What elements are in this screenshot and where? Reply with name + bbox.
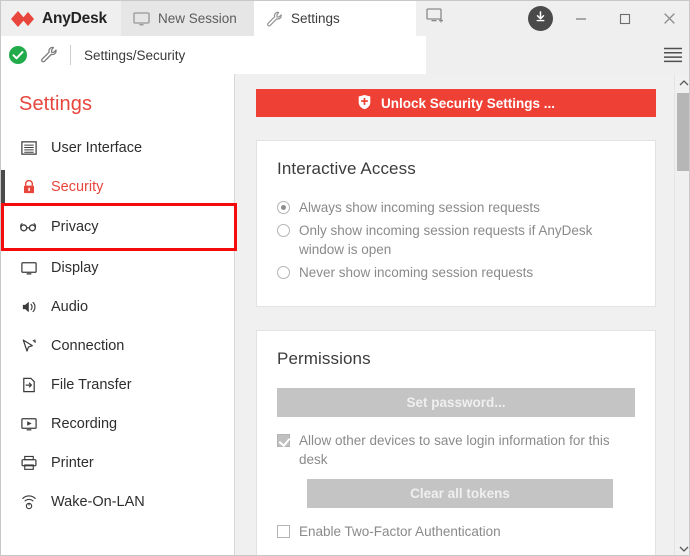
anydesk-window: AnyDesk New Session Settings Settings/Se… xyxy=(0,0,690,556)
interactive-access-card: Interactive Access Always show incoming … xyxy=(256,140,656,307)
checkbox-indicator[interactable] xyxy=(277,525,290,538)
lock-icon xyxy=(19,177,38,196)
file-arrow-icon xyxy=(19,375,38,394)
hamburger-menu-icon xyxy=(662,47,684,69)
new-session-tab-icon xyxy=(426,7,446,30)
maximize-button[interactable] xyxy=(603,1,647,36)
settings-main-pane: Unlock Security Settings ... Interactive… xyxy=(235,74,689,556)
sidebar-item-recording[interactable]: Recording xyxy=(1,404,234,443)
radio-indicator[interactable] xyxy=(277,266,290,279)
hamburger-menu-button[interactable] xyxy=(662,45,684,65)
radio-indicator[interactable] xyxy=(277,224,290,237)
sidebar-item-label: Recording xyxy=(51,415,118,432)
settings-sidebar: Settings User Interface Security Privacy… xyxy=(1,74,237,555)
sidebar-item-printer[interactable]: Printer xyxy=(1,443,234,482)
title-bar: AnyDesk New Session Settings xyxy=(1,1,689,36)
radio-label: Always show incoming session requests xyxy=(299,200,540,215)
divider xyxy=(70,45,71,65)
download-update-button[interactable] xyxy=(528,6,553,31)
permissions-card: Permissions Set password... Allow other … xyxy=(256,330,656,555)
checkbox-indicator[interactable] xyxy=(277,434,290,447)
radio-label: Only show incoming session requests if A… xyxy=(299,223,593,257)
monitor-icon xyxy=(133,11,150,27)
sidebar-item-connection[interactable]: Connection xyxy=(1,326,234,365)
checkbox-label: Allow other devices to save login inform… xyxy=(299,433,610,467)
address-field[interactable]: Settings/Security xyxy=(1,36,426,74)
breadcrumb-path: Settings/Security xyxy=(84,47,186,63)
anydesk-logo-icon xyxy=(11,10,35,27)
address-bar: Settings/Security xyxy=(1,36,689,74)
new-session-tab-button[interactable] xyxy=(416,1,456,36)
settings-scroll-content: Unlock Security Settings ... Interactive… xyxy=(235,74,674,555)
scrollbar-thumb[interactable] xyxy=(677,93,689,171)
card-title: Permissions xyxy=(277,349,371,368)
chevron-down-icon xyxy=(679,540,689,556)
radio-indicator[interactable] xyxy=(277,201,290,214)
sidebar-item-label: Printer xyxy=(51,454,94,471)
titlebar-spacer xyxy=(456,1,528,36)
radio-label: Never show incoming session requests xyxy=(299,265,534,280)
close-button[interactable] xyxy=(647,1,689,36)
sidebar-item-wake-on-lan[interactable]: Wake-On-LAN xyxy=(1,482,234,521)
checkbox-allow-save-login[interactable]: Allow other devices to save login inform… xyxy=(277,431,635,469)
sidebar-item-user-interface[interactable]: User Interface xyxy=(1,128,234,167)
radio-only-when-window-open[interactable]: Only show incoming session requests if A… xyxy=(277,221,635,259)
radio-always-show[interactable]: Always show incoming session requests xyxy=(277,198,635,217)
window-list-icon xyxy=(19,138,38,157)
radio-never-show[interactable]: Never show incoming session requests xyxy=(277,263,635,282)
sidebar-item-label: Security xyxy=(51,178,104,195)
set-password-button[interactable]: Set password... xyxy=(277,388,635,417)
sidebar-item-audio[interactable]: Audio xyxy=(1,287,234,326)
tab-label: Settings xyxy=(291,11,340,26)
tab-label: New Session xyxy=(158,11,237,26)
chevron-up-icon xyxy=(679,74,689,92)
printer-icon xyxy=(19,453,38,472)
sidebar-item-file-transfer[interactable]: File Transfer xyxy=(1,365,234,404)
scroll-up-button[interactable] xyxy=(675,74,689,92)
wifi-power-icon xyxy=(19,492,38,511)
wrench-icon xyxy=(40,46,58,64)
unlock-button-label: Unlock Security Settings ... xyxy=(380,95,556,111)
sidebar-item-label: Wake-On-LAN xyxy=(51,493,145,510)
sidebar-item-label: File Transfer xyxy=(51,376,132,393)
sidebar-item-label: Connection xyxy=(51,337,125,354)
sidebar-item-display[interactable]: Display xyxy=(1,248,234,287)
minimize-button[interactable] xyxy=(559,1,603,36)
checkbox-enable-two-factor[interactable]: Enable Two-Factor Authentication xyxy=(277,522,635,541)
vertical-scrollbar[interactable] xyxy=(674,74,689,556)
sidebar-item-label: User Interface xyxy=(51,139,143,156)
scroll-down-button[interactable] xyxy=(675,540,689,556)
green-check-status-icon xyxy=(8,45,28,65)
wrench-icon xyxy=(266,11,283,27)
sidebar-nav: User Interface Security Privacy Display … xyxy=(1,128,237,521)
sidebar-item-label: Audio xyxy=(51,298,89,315)
tab-new-session[interactable]: New Session xyxy=(121,1,254,36)
card-title: Interactive Access xyxy=(277,159,416,178)
brand: AnyDesk xyxy=(1,1,121,36)
sidebar-item-privacy[interactable]: Privacy xyxy=(1,203,237,251)
sidebar-item-label: Display xyxy=(51,259,99,276)
sidebar-item-security[interactable]: Security xyxy=(1,167,234,206)
page-title: Settings xyxy=(19,93,93,115)
content-area: Settings User Interface Security Privacy… xyxy=(1,74,689,556)
brand-name: AnyDesk xyxy=(42,9,107,27)
monitor-icon xyxy=(19,258,38,277)
glasses-icon xyxy=(19,218,38,237)
download-update-icon xyxy=(533,9,548,29)
play-screen-icon xyxy=(19,414,38,433)
unlock-security-settings-button[interactable]: Unlock Security Settings ... xyxy=(256,89,656,117)
shield-icon xyxy=(357,94,372,113)
checkbox-label: Enable Two-Factor Authentication xyxy=(299,524,501,539)
tab-settings[interactable]: Settings xyxy=(254,1,416,36)
cursor-arrow-icon xyxy=(19,336,38,355)
clear-all-tokens-button[interactable]: Clear all tokens xyxy=(307,479,613,508)
speaker-icon xyxy=(19,297,38,316)
sidebar-item-label: Privacy xyxy=(51,219,99,235)
